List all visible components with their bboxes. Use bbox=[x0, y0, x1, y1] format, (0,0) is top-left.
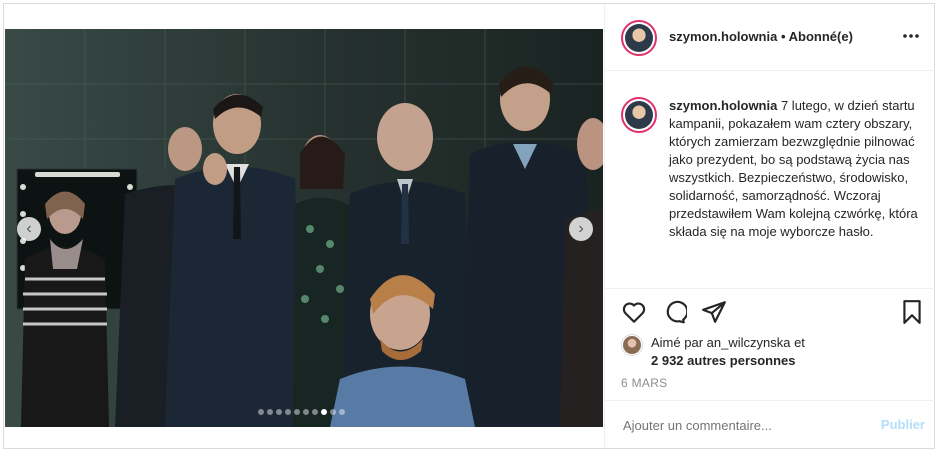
post-date[interactable]: 6 MARS bbox=[621, 376, 667, 390]
chevron-right-icon: › bbox=[578, 220, 584, 237]
publish-button[interactable]: Publier bbox=[881, 417, 925, 432]
chevron-left-icon: ‹ bbox=[26, 220, 32, 237]
header-username[interactable]: szymon.holownia bbox=[669, 29, 777, 44]
liker-avatar[interactable] bbox=[621, 334, 643, 356]
bookmark-icon[interactable] bbox=[899, 299, 925, 325]
caption-avatar[interactable] bbox=[621, 97, 657, 133]
post-details: szymon.holownia • Abonné(e) szymon.holow… bbox=[604, 4, 935, 448]
carousel-dot bbox=[267, 409, 273, 415]
carousel-next-button[interactable]: › bbox=[569, 217, 593, 241]
carousel-indicator bbox=[258, 409, 345, 415]
caption-username[interactable]: szymon.holownia bbox=[669, 98, 777, 113]
heart-icon[interactable] bbox=[621, 299, 647, 325]
comment-icon[interactable] bbox=[661, 299, 687, 325]
more-options-button[interactable] bbox=[901, 26, 921, 46]
caption-text: 7 lutego, w dzień startu kampanii, pokaz… bbox=[669, 98, 918, 239]
instagram-post: ‹ › szymon.holownia • Abonné(e) szymon.h… bbox=[3, 3, 935, 449]
carousel-dot bbox=[330, 409, 336, 415]
carousel-dot bbox=[285, 409, 291, 415]
carousel-dot bbox=[312, 409, 318, 415]
carousel-dot bbox=[258, 409, 264, 415]
comment-box: Publier bbox=[605, 400, 935, 449]
profile-photo bbox=[625, 24, 653, 52]
likes-prefix: Aimé par bbox=[651, 335, 707, 350]
send-icon[interactable] bbox=[701, 299, 727, 325]
carousel-prev-button[interactable]: ‹ bbox=[17, 217, 41, 241]
post-header: szymon.holownia • Abonné(e) bbox=[605, 4, 935, 71]
action-bar bbox=[621, 299, 921, 325]
liker-username[interactable]: an_wilczynska bbox=[707, 335, 791, 350]
post-photo[interactable]: ‹ › bbox=[5, 29, 603, 427]
post-caption: szymon.holownia 7 lutego, w dzień startu… bbox=[669, 97, 919, 241]
divider bbox=[605, 288, 935, 289]
carousel-dot bbox=[321, 409, 327, 415]
header-user-line: szymon.holownia • Abonné(e) bbox=[669, 29, 853, 44]
carousel-dot bbox=[339, 409, 345, 415]
likes-summary: Aimé par an_wilczynska et 2 932 autres p… bbox=[651, 334, 805, 370]
carousel-dot bbox=[303, 409, 309, 415]
likes-middle: et bbox=[790, 335, 805, 350]
likes-count[interactable]: 2 932 autres personnes bbox=[651, 353, 796, 368]
follow-status[interactable]: • Abonné(e) bbox=[781, 29, 853, 44]
more-horizontal-icon bbox=[903, 34, 919, 38]
comment-input[interactable] bbox=[621, 413, 865, 437]
avatar[interactable] bbox=[621, 20, 657, 56]
liker-photo bbox=[623, 336, 641, 354]
profile-photo bbox=[625, 101, 653, 129]
photo-scene bbox=[5, 29, 603, 427]
carousel-dot bbox=[276, 409, 282, 415]
carousel-dot bbox=[294, 409, 300, 415]
